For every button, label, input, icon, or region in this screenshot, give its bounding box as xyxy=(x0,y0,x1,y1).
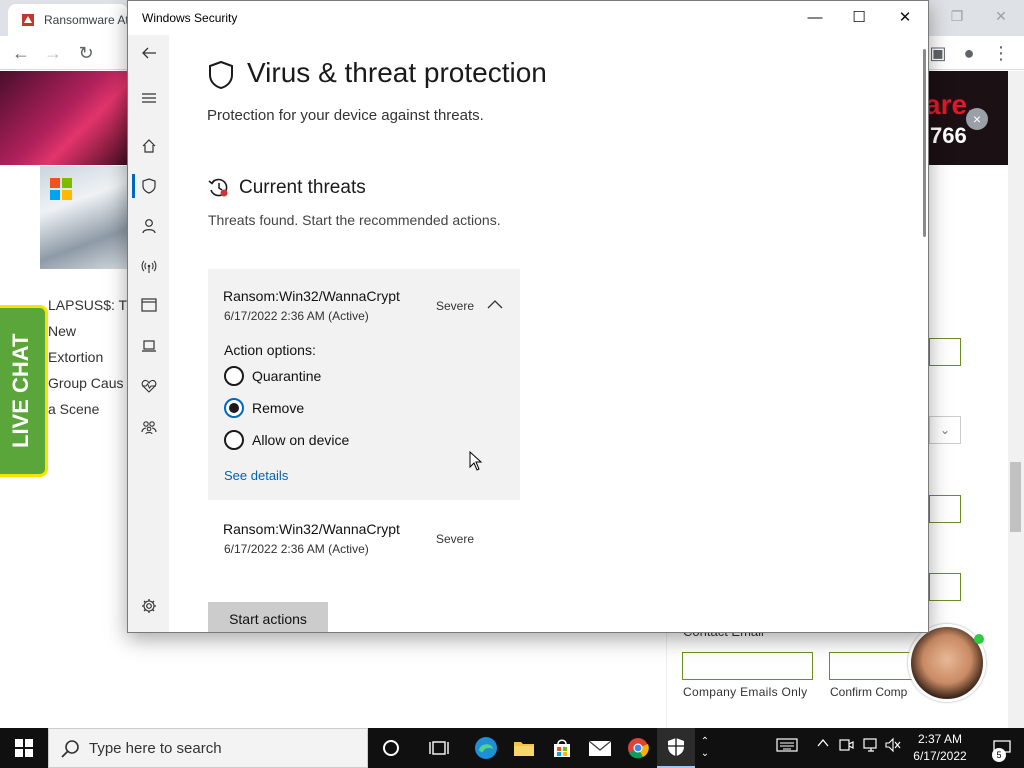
laptop-icon[interactable] xyxy=(137,334,161,358)
clock-time: 2:37 AM xyxy=(917,732,963,746)
microsoft-logo-icon xyxy=(50,178,72,200)
remove-radio[interactable]: Remove xyxy=(224,397,304,419)
radio-label: Quarantine xyxy=(252,368,322,384)
edge-browser-icon[interactable] xyxy=(467,728,505,768)
form-field[interactable] xyxy=(929,338,961,366)
form-field[interactable] xyxy=(929,495,961,523)
taskbar-search-box[interactable]: Type here to search xyxy=(48,728,368,768)
taskbar-scroll-icon[interactable]: ⌃ ⌄ xyxy=(697,728,713,768)
nav-selection-indicator xyxy=(132,174,135,198)
banner-number: 766 xyxy=(930,123,967,148)
threat-name: Ransom:Win32/WannaCrypt xyxy=(223,288,400,304)
home-icon[interactable] xyxy=(137,134,161,158)
browser-menu-icon[interactable]: ⋮ xyxy=(990,42,1012,64)
windows-security-taskbar-icon[interactable] xyxy=(657,728,695,768)
minimize-button[interactable]: — xyxy=(792,1,838,35)
shield-icon xyxy=(209,60,233,90)
radio-label: Allow on device xyxy=(252,432,350,448)
browser-tab[interactable]: Ransomware At xyxy=(8,4,129,36)
shield-icon[interactable] xyxy=(137,174,161,198)
file-explorer-icon[interactable] xyxy=(505,728,543,768)
site-favicon-icon xyxy=(22,14,34,26)
threat-date: 6/17/2022 2:36 AM (Active) xyxy=(224,309,369,323)
navigation-rail xyxy=(128,35,169,632)
threat-severity: Severe xyxy=(436,299,475,313)
taskbar: Type here to search ⌃ ⌄ 2:37 AM 6/17/2022 xyxy=(0,728,1024,768)
browser-profile-icon[interactable]: ● xyxy=(958,42,980,64)
microsoft-store-icon[interactable] xyxy=(543,728,581,768)
browser-close-icon[interactable]: ✕ xyxy=(986,4,1016,28)
window-title: Windows Security xyxy=(142,11,238,25)
browser-reload-icon[interactable]: ↻ xyxy=(75,42,97,64)
banner-close-icon[interactable]: × xyxy=(966,108,988,130)
health-heart-icon[interactable] xyxy=(137,374,161,398)
section-title: Current threats xyxy=(239,177,366,198)
taskbar-clock[interactable]: 2:37 AM 6/17/2022 xyxy=(905,731,975,765)
radio-circle-selected[interactable] xyxy=(224,398,244,418)
start-button[interactable] xyxy=(0,728,48,768)
threat-severity: Severe xyxy=(436,532,475,546)
page-title: Virus & threat protection xyxy=(247,57,547,88)
allow-on-device-radio[interactable]: Allow on device xyxy=(224,429,349,451)
maximize-button[interactable]: ☐ xyxy=(836,1,882,35)
app-browser-icon[interactable] xyxy=(137,293,161,317)
form-field[interactable] xyxy=(929,573,961,601)
volume-muted-icon[interactable] xyxy=(884,737,902,756)
task-view-icon[interactable] xyxy=(420,728,458,768)
threat-history-icon xyxy=(208,178,228,197)
meet-now-icon[interactable] xyxy=(838,737,854,756)
search-icon xyxy=(61,740,79,758)
clock-date: 6/17/2022 xyxy=(913,749,967,763)
company-email-input[interactable] xyxy=(682,652,813,680)
page-scrollbar-thumb[interactable] xyxy=(1010,462,1021,532)
see-details-link[interactable]: See details xyxy=(224,468,288,483)
radio-circle[interactable] xyxy=(224,430,244,450)
window-titlebar[interactable]: Windows Security — ☐ ✕ xyxy=(128,1,928,35)
mouse-cursor-icon xyxy=(469,451,483,471)
windows-logo-icon xyxy=(15,739,33,757)
section-subtitle: Threats found. Start the recommended act… xyxy=(208,212,501,228)
action-options-label: Action options: xyxy=(224,342,316,358)
confirm-company-hint: Confirm Comp xyxy=(830,685,908,699)
radio-circle[interactable] xyxy=(224,366,244,386)
person-icon[interactable] xyxy=(137,214,161,238)
hamburger-menu-icon[interactable] xyxy=(137,86,161,110)
show-hidden-icons-icon[interactable] xyxy=(816,736,830,753)
banner-image xyxy=(0,71,140,165)
threat-date: 6/17/2022 2:36 AM (Active) xyxy=(224,542,369,556)
radio-label: Remove xyxy=(252,400,305,416)
start-actions-button[interactable]: Start actions xyxy=(208,602,328,632)
notification-count-badge: 5 xyxy=(992,748,1006,762)
company-emails-hint: Company Emails Only xyxy=(683,685,808,699)
browser-forward-icon[interactable]: → xyxy=(42,42,64,64)
online-status-dot xyxy=(974,634,984,644)
family-icon[interactable] xyxy=(137,415,161,439)
page-subtitle: Protection for your device against threa… xyxy=(207,107,484,124)
chrome-icon[interactable] xyxy=(619,728,657,768)
keyboard-icon[interactable] xyxy=(776,737,798,756)
threat-name[interactable]: Ransom:Win32/WannaCrypt xyxy=(223,521,400,537)
wireless-icon[interactable] xyxy=(137,254,161,278)
settings-gear-icon[interactable] xyxy=(137,594,161,618)
quarantine-radio[interactable]: Quarantine xyxy=(224,365,321,387)
mail-icon[interactable] xyxy=(581,728,619,768)
browser-restore-icon[interactable]: ❐ xyxy=(942,4,972,28)
content-scrollbar[interactable] xyxy=(923,49,926,237)
browser-tab-title: Ransomware At xyxy=(44,13,129,27)
cortana-icon[interactable] xyxy=(372,728,410,768)
live-chat-label: LIVE CHAT xyxy=(8,333,33,448)
article-headline[interactable]: LAPSUS$: T New Extortion Group Caus a Sc… xyxy=(48,292,133,422)
network-icon[interactable] xyxy=(862,737,880,756)
page-scrollbar[interactable] xyxy=(1008,71,1024,728)
live-chat-button[interactable]: LIVE CHAT xyxy=(0,305,48,477)
back-arrow-icon[interactable] xyxy=(137,41,161,65)
article-thumbnail[interactable] xyxy=(40,166,130,269)
form-select[interactable]: ⌄ xyxy=(929,416,961,444)
chevron-up-icon[interactable] xyxy=(487,299,503,309)
browser-back-icon[interactable]: ← xyxy=(10,42,32,64)
close-button[interactable]: ✕ xyxy=(882,1,928,35)
search-placeholder: Type here to search xyxy=(89,740,222,757)
windows-security-window: Windows Security — ☐ ✕ Virus & threat pr… xyxy=(127,0,929,633)
browser-sidepanel-icon[interactable]: ▣ xyxy=(927,42,949,64)
